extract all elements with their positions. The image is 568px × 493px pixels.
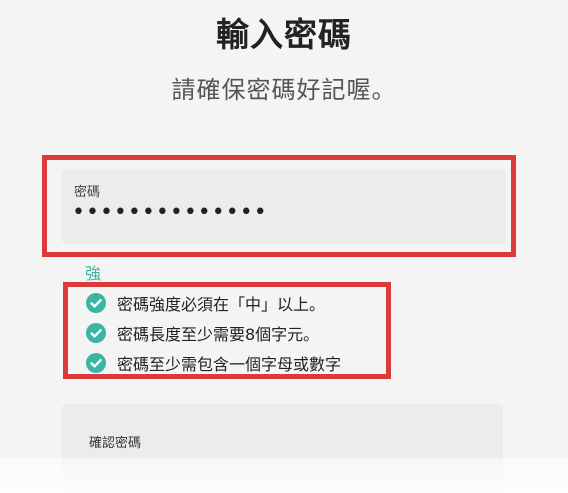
page-title: 輸入密碼: [216, 15, 352, 54]
password-highlight-box: [42, 155, 516, 257]
password-strength-label: 強: [85, 264, 102, 283]
confirm-password-label: 確認密碼: [89, 436, 142, 451]
confirm-password-field[interactable]: 確認密碼: [62, 404, 503, 493]
page-subtitle: 請確保密碼好記喔。: [171, 76, 397, 104]
password-setup-page: 輸入密碼 請確保密碼好記喔。 密碼 •••••••••••••• 強 密碼強度必…: [0, 0, 568, 493]
requirements-highlight-box: [63, 282, 391, 379]
